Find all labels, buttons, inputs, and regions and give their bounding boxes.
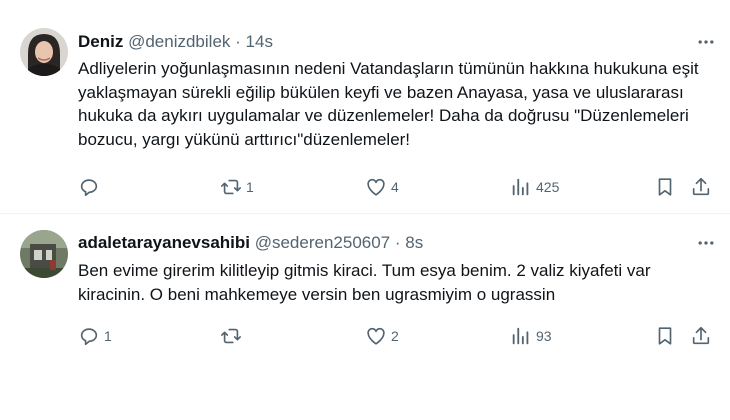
avatar-image: [20, 230, 68, 278]
reply-icon: [80, 179, 98, 197]
like-button[interactable]: 2: [365, 324, 399, 348]
tweet[interactable]: adaletarayanevsahibi @sederen250607 · 8s…: [0, 214, 730, 420]
action-bar: 1 2 93: [78, 324, 718, 348]
tweet-text: Adliyelerin yoğunlaşmasının nedeni Vatan…: [78, 59, 699, 149]
view-count: 93: [536, 328, 552, 344]
views-icon: [512, 178, 529, 196]
like-button[interactable]: 4: [365, 175, 399, 199]
avatar[interactable]: [20, 230, 68, 278]
like-icon: [367, 178, 385, 196]
bookmark-icon: [658, 327, 672, 345]
user-handle[interactable]: @denizdbilek: [128, 32, 230, 51]
reply-button[interactable]: 1: [78, 324, 112, 348]
reply-count: 1: [104, 328, 112, 344]
timestamp[interactable]: 8s: [405, 233, 423, 252]
views-icon: [512, 327, 529, 345]
share-icon: [692, 326, 710, 345]
views-button[interactable]: 425: [510, 175, 559, 199]
more-icon: [698, 40, 714, 44]
more-icon: [698, 241, 714, 245]
timestamp[interactable]: 14s: [246, 32, 273, 51]
reply-button[interactable]: [78, 175, 104, 199]
tweet-text: Ben evime girerim kilitleyip gitmis kira…: [78, 261, 651, 304]
retweet-button[interactable]: 1: [220, 175, 254, 199]
like-count: 4: [391, 179, 399, 195]
retweet-count: 1: [246, 179, 254, 195]
reply-icon: [80, 328, 98, 346]
separator-dot: ·: [235, 32, 241, 51]
share-button[interactable]: [690, 175, 712, 199]
bookmark-button[interactable]: [654, 175, 676, 199]
avatar[interactable]: [20, 28, 68, 76]
like-icon: [367, 327, 385, 345]
view-count: 425: [536, 179, 560, 195]
share-button[interactable]: [690, 324, 712, 348]
separator-dot: ·: [394, 233, 401, 252]
display-name[interactable]: adaletarayanevsahibi: [78, 233, 250, 252]
bookmark-button[interactable]: [654, 324, 676, 348]
bookmark-icon: [658, 178, 672, 196]
display-name[interactable]: Deniz: [78, 32, 123, 51]
share-icon: [692, 177, 710, 196]
user-handle[interactable]: @sederen250607: [255, 233, 390, 252]
retweet-icon: [221, 328, 241, 344]
views-button[interactable]: 93: [510, 324, 552, 348]
more-button[interactable]: [692, 232, 720, 254]
like-count: 2: [391, 328, 399, 344]
tweet[interactable]: Deniz @denizdbilek · 14s Adliyelerin yoğ…: [0, 0, 730, 213]
more-button[interactable]: [692, 31, 720, 53]
action-bar: 1 4 425: [78, 175, 718, 199]
retweet-button[interactable]: [220, 324, 246, 348]
retweet-icon: [221, 179, 241, 195]
avatar-image: [20, 28, 68, 76]
